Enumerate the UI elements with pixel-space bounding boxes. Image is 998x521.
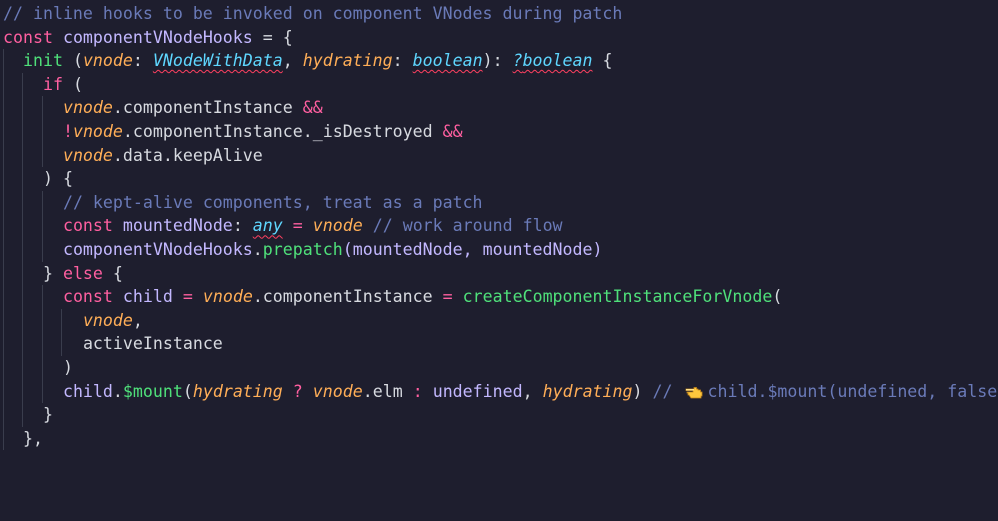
- operator: &&: [303, 98, 323, 117]
- code-line-14: vnode,: [0, 309, 998, 333]
- return-type-name: boolean: [523, 51, 593, 70]
- pointing-hand-icon: [685, 382, 704, 398]
- parameter: hydrating: [193, 382, 283, 401]
- code-line-19: },: [0, 427, 998, 451]
- identifier: child: [123, 287, 173, 306]
- identifier: componentVNodeHooks: [63, 28, 253, 47]
- punctuation: }: [43, 405, 53, 424]
- function-name: createComponentInstanceForVnode: [463, 287, 773, 306]
- function-name: init: [23, 51, 63, 70]
- variable: vnode: [83, 311, 133, 330]
- punctuation: ): [63, 358, 73, 377]
- code-line-8: ) {: [0, 167, 998, 191]
- variable: vnode: [203, 287, 253, 306]
- type-annotation: any: [253, 216, 283, 235]
- keyword: const: [3, 28, 53, 47]
- keyword: const: [63, 216, 113, 235]
- code-line-7: vnode.data.keepAlive: [0, 144, 998, 168]
- code-line-4: if (: [0, 73, 998, 97]
- variable: vnode: [313, 382, 363, 401]
- punctuation: (: [772, 287, 782, 306]
- optional-mark: ?: [513, 51, 523, 70]
- code-line-15: activeInstance: [0, 332, 998, 356]
- arguments: (mountedNode, mountedNode): [343, 240, 603, 259]
- comment: // work around flow: [373, 216, 563, 235]
- variable: vnode: [63, 146, 113, 165]
- property: .data.keepAlive: [113, 146, 263, 165]
- type-annotation: VNodeWithData: [153, 51, 283, 70]
- punctuation: }: [43, 264, 63, 283]
- punctuation: (: [63, 75, 83, 94]
- code-line-9: // kept-alive components, treat as a pat…: [0, 191, 998, 215]
- identifier: componentVNodeHooks: [63, 240, 253, 259]
- code-line-18: }: [0, 403, 998, 427]
- parameter: hydrating: [543, 382, 633, 401]
- comment: // kept-alive components, treat as a pat…: [63, 193, 483, 212]
- code-line-6: !vnode.componentInstance._isDestroyed &&: [0, 120, 998, 144]
- undefined-literal: undefined: [433, 382, 523, 401]
- identifier: mountedNode: [123, 216, 233, 235]
- type-annotation: boolean: [413, 51, 483, 70]
- comment: // inline hooks to be invoked on compone…: [3, 4, 622, 23]
- parameter: hydrating: [303, 51, 393, 70]
- punctuation: },: [23, 429, 43, 448]
- keyword: else: [63, 264, 103, 283]
- operator: &&: [443, 122, 463, 141]
- code-line-10: const mountedNode: any = vnode // work a…: [0, 214, 998, 238]
- code-line-13: const child = vnode.componentInstance = …: [0, 285, 998, 309]
- variable: vnode: [73, 122, 123, 141]
- punctuation: {: [103, 264, 123, 283]
- punctuation: = {: [253, 28, 293, 47]
- comment: //: [653, 382, 673, 401]
- punctuation: ,: [133, 311, 143, 330]
- variable: vnode: [313, 216, 363, 235]
- comment: child.$mount(undefined, false): [708, 382, 998, 401]
- code-editor[interactable]: // inline hooks to be invoked on compone…: [0, 2, 998, 461]
- operator: !: [63, 122, 73, 141]
- code-line-2: const componentVNodeHooks = {: [0, 26, 998, 50]
- code-line-5: vnode.componentInstance &&: [0, 96, 998, 120]
- property: .componentInstance: [253, 287, 443, 306]
- code-line-11: componentVNodeHooks.prepatch(mountedNode…: [0, 238, 998, 262]
- code-line-16: ): [0, 356, 998, 380]
- variable: vnode: [63, 98, 113, 117]
- property: .elm: [363, 382, 403, 401]
- function-name: $mount: [123, 382, 183, 401]
- property: .componentInstance: [113, 98, 303, 117]
- parameter: vnode: [83, 51, 133, 70]
- identifier: child: [63, 382, 113, 401]
- code-line-1: // inline hooks to be invoked on compone…: [0, 2, 998, 26]
- keyword: if: [43, 75, 63, 94]
- identifier: activeInstance: [83, 334, 223, 353]
- code-line-3: init (vnode: VNodeWithData, hydrating: b…: [0, 49, 998, 73]
- code-line-17: child.$mount(hydrating ? vnode.elm : und…: [0, 380, 998, 404]
- keyword: const: [63, 287, 113, 306]
- property: .componentInstance._isDestroyed: [123, 122, 443, 141]
- code-line-12: } else {: [0, 262, 998, 286]
- punctuation: ) {: [43, 169, 73, 188]
- return-type: ?boolean: [513, 51, 593, 70]
- function-name: prepatch: [263, 240, 343, 259]
